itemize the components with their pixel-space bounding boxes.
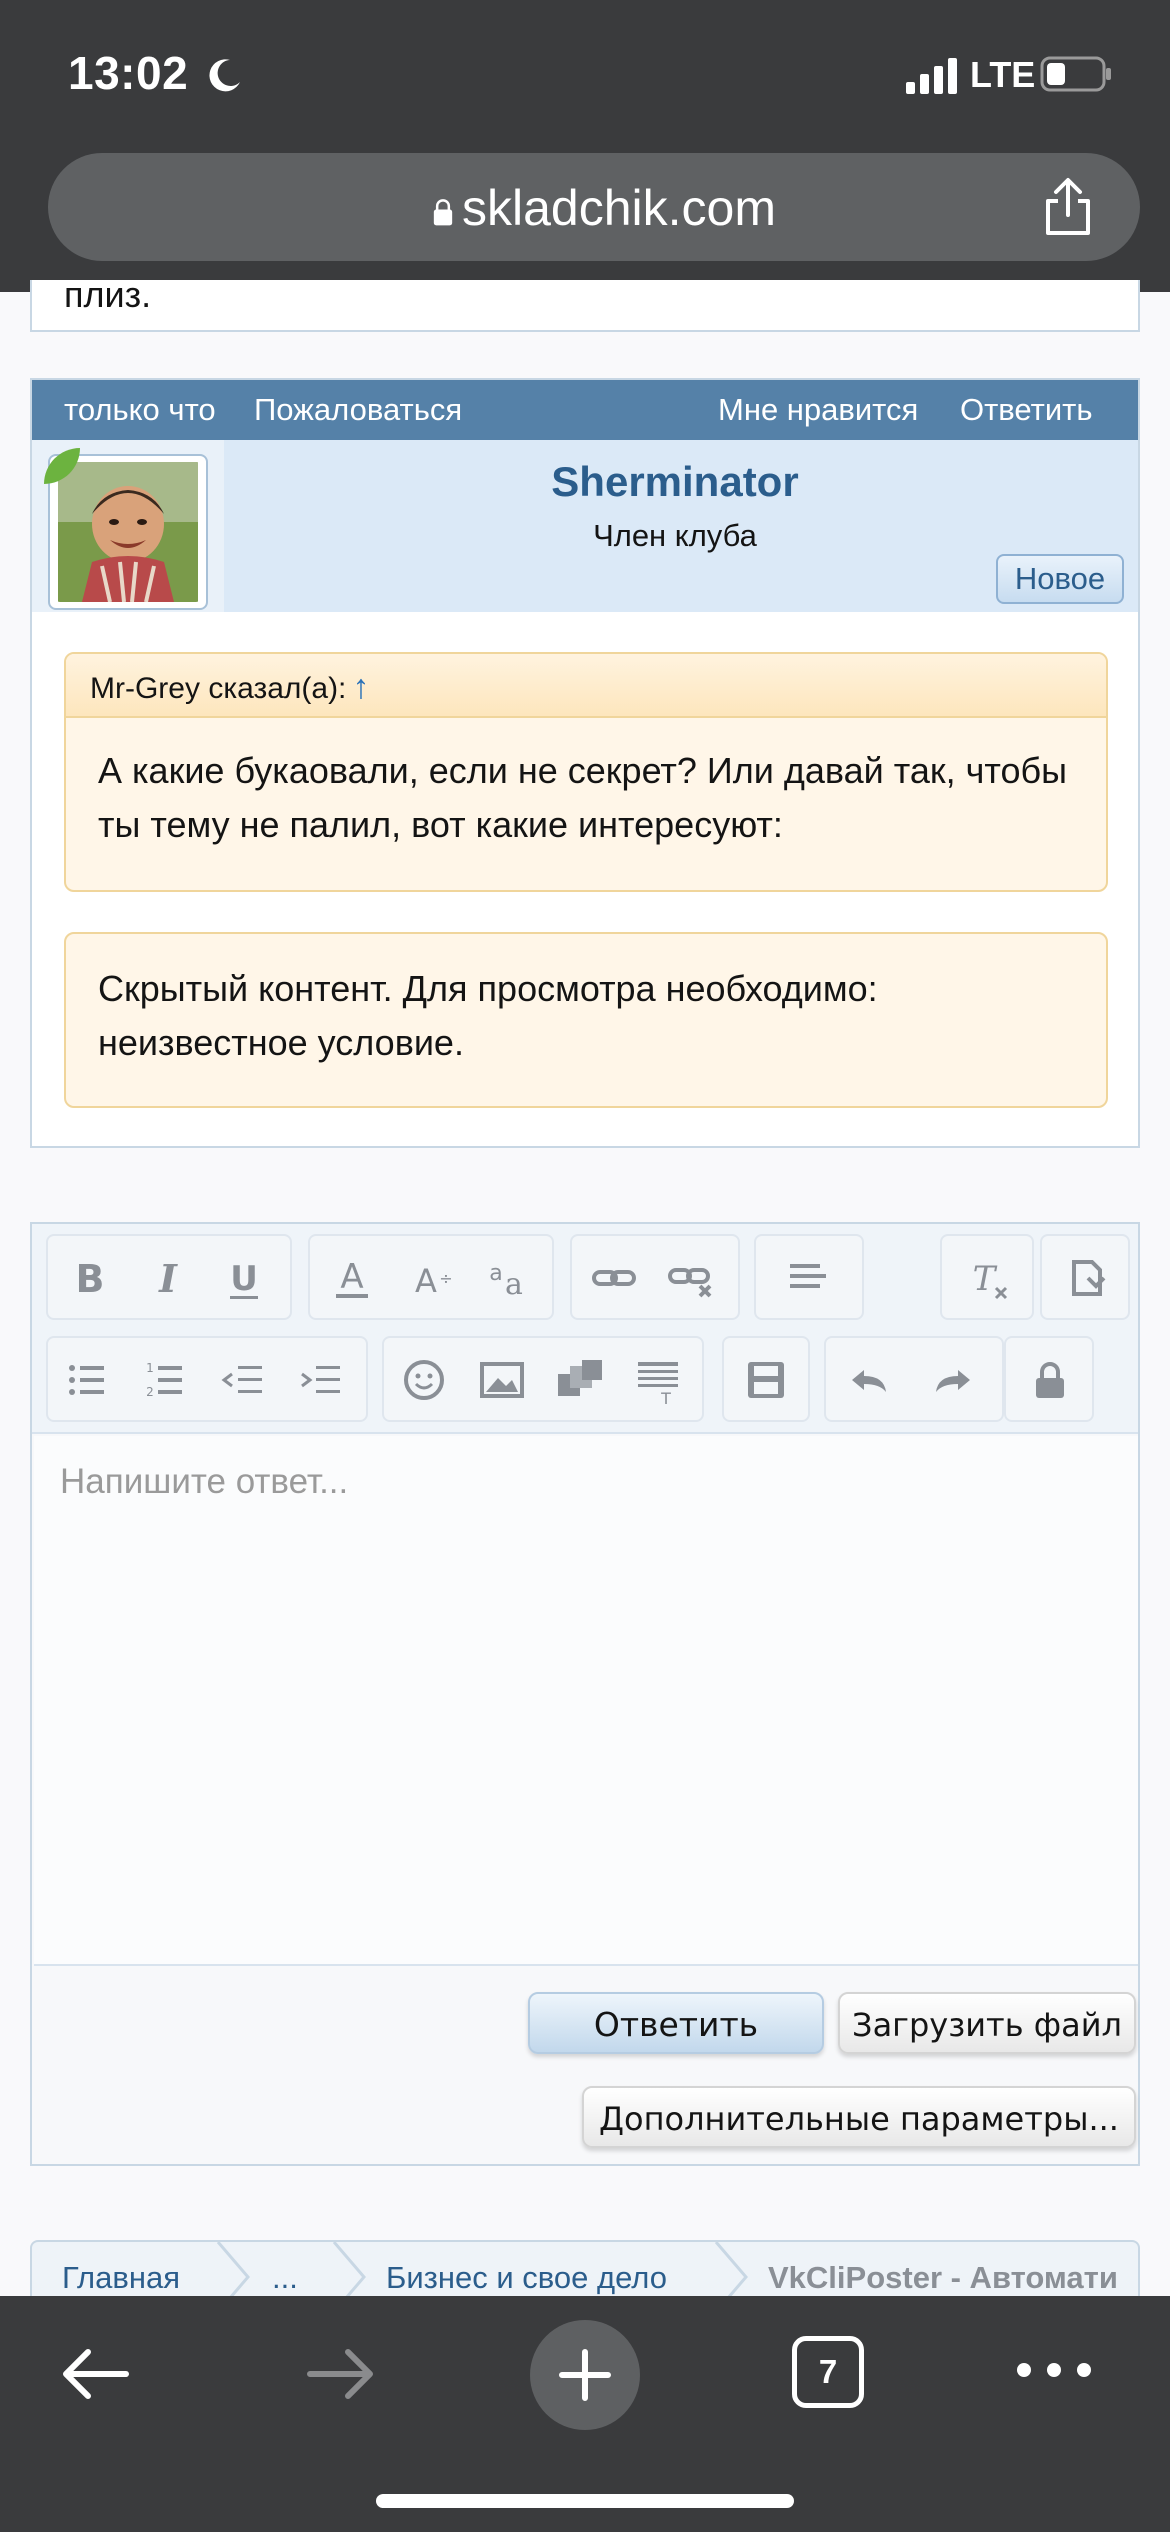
smiley-icon[interactable] (394, 1350, 454, 1410)
link-icon[interactable] (584, 1248, 644, 1308)
remove-format-icon[interactable]: T (958, 1248, 1018, 1308)
signal-icon (906, 58, 957, 94)
svg-text:1: 1 (146, 1361, 154, 1375)
reply-textarea[interactable]: Напишите ответ... (34, 1436, 1138, 1966)
url-text[interactable]: skladchik.com (48, 179, 1140, 237)
svg-text:B: B (76, 1257, 105, 1301)
svg-text:A: A (415, 1262, 437, 1300)
svg-text:T: T (660, 1389, 671, 1408)
battery-icon (1040, 56, 1111, 92)
report-link[interactable]: Пожаловаться (254, 392, 462, 428)
save-draft-icon[interactable] (736, 1350, 796, 1410)
reply-link[interactable]: Ответить (960, 392, 1093, 428)
outdent-icon[interactable] (214, 1350, 274, 1410)
breadcrumb-item-category[interactable]: Бизнес и свое дело (386, 2260, 667, 2296)
reply-placeholder: Напишите ответ... (60, 1462, 349, 1501)
share-icon[interactable] (1038, 175, 1098, 239)
breadcrumb-separator (216, 2242, 250, 2296)
toolbar-group-save (722, 1336, 810, 1422)
toolbar-group-history (824, 1336, 1004, 1422)
svg-text:÷: ÷ (439, 1269, 452, 1288)
quote-text: А какие букаовали, если не секрет? Или д… (98, 750, 1067, 845)
bbcode-toggle-icon[interactable] (1056, 1248, 1116, 1308)
forward-arrow-icon[interactable] (302, 2336, 378, 2412)
upload-file-button[interactable]: Загрузить файл (838, 1992, 1136, 2054)
plus-icon (559, 2349, 611, 2401)
previous-post: плиз. (30, 274, 1140, 332)
quote-author: Mr-Grey сказал(а): (90, 672, 347, 705)
svg-text:T: T (973, 1259, 998, 1299)
toolbar-group-insert: T (382, 1336, 704, 1422)
breadcrumb: Главная ... Бизнес и свое дело VkCliPost… (30, 2240, 1140, 2296)
insert-quote-icon[interactable]: T (628, 1350, 688, 1410)
breadcrumb-separator (332, 2242, 366, 2296)
numbered-list-icon[interactable]: 12 (136, 1350, 196, 1410)
author-role: Член клуба (593, 518, 757, 553)
author-info: Sherminator Член клуба Новое (32, 440, 1138, 612)
align-icon[interactable] (778, 1248, 838, 1308)
breadcrumb-item-ellipsis[interactable]: ... (272, 2260, 298, 2296)
reply-editor: B I U A A ÷ aa T 1 2 T Напишите ответ...… (30, 1222, 1140, 2166)
like-link[interactable]: Мне нравится (718, 392, 918, 428)
toolbar-group-clear: T (940, 1234, 1034, 1320)
svg-text:a: a (489, 1261, 502, 1286)
toolbar-group-align (754, 1234, 864, 1320)
bold-icon[interactable]: B (60, 1248, 120, 1308)
font-size-icon[interactable]: A ÷ (400, 1248, 460, 1308)
more-options-button[interactable]: Дополнительные параметры... (582, 2086, 1136, 2148)
moon-icon (209, 59, 240, 92)
svg-text:2: 2 (146, 1385, 154, 1399)
quote-jump-arrow-icon[interactable]: ↑ (352, 668, 369, 706)
breadcrumb-item-home[interactable]: Главная (62, 2260, 180, 2296)
svg-text:I: I (158, 1256, 178, 1301)
back-arrow-icon[interactable] (58, 2336, 134, 2412)
tabs-button[interactable]: 7 (792, 2336, 864, 2408)
previous-post-text: плиз. (64, 274, 152, 315)
svg-text:U: U (230, 1259, 258, 1299)
breadcrumb-separator (714, 2242, 748, 2296)
unlink-icon[interactable] (662, 1248, 722, 1308)
status-time: 13:02 (68, 47, 189, 99)
toolbar-group-font: A A ÷ aa (308, 1234, 554, 1320)
toolbar-group-source (1040, 1234, 1130, 1320)
toolbar-group-lists: 12 (46, 1336, 368, 1422)
author-name[interactable]: Sherminator (32, 458, 1138, 506)
hidden-content-text: Скрытый контент. Для просмотра необходим… (98, 968, 878, 1063)
address-bar[interactable]: skladchik.com (48, 153, 1140, 261)
image-icon[interactable] (472, 1350, 532, 1410)
indent-icon[interactable] (292, 1350, 352, 1410)
svg-text:a: a (505, 1267, 523, 1302)
lock-icon[interactable] (1020, 1350, 1080, 1410)
toolbar-group-link (570, 1234, 740, 1320)
font-family-icon[interactable]: aa (476, 1248, 536, 1308)
browser-top-chrome: 13:02 LTE skladchik.com (0, 0, 1170, 292)
hidden-content-block: Скрытый контент. Для просмотра необходим… (64, 932, 1108, 1108)
more-menu-icon[interactable] (1014, 2358, 1094, 2382)
quote-header: Mr-Grey сказал(а): ↑ (66, 654, 1106, 718)
home-indicator (376, 2494, 794, 2508)
new-badge: Новое (996, 554, 1124, 604)
forum-post: только что Пожаловаться Мне нравится Отв… (30, 378, 1140, 1148)
post-timestamp-link[interactable]: только что (64, 392, 216, 428)
redo-icon[interactable] (922, 1350, 982, 1410)
italic-icon[interactable]: I (138, 1248, 198, 1308)
post-header-bar: только что Пожаловаться Мне нравится Отв… (32, 380, 1138, 440)
url-value: skladchik.com (462, 180, 776, 236)
reply-button[interactable]: Ответить (528, 1992, 824, 2054)
lock-icon (433, 199, 453, 226)
network-label: LTE (970, 54, 1036, 95)
media-icon[interactable] (550, 1350, 610, 1410)
underline-icon[interactable]: U (214, 1248, 274, 1308)
browser-bottom-toolbar: 7 (0, 2296, 1170, 2532)
toolbar-group-format: B I U (46, 1234, 292, 1320)
toolbar-group-lock (1004, 1336, 1094, 1422)
new-tab-button[interactable] (530, 2320, 640, 2430)
svg-text:A: A (340, 1257, 363, 1297)
font-color-icon[interactable]: A (322, 1248, 382, 1308)
undo-icon[interactable] (840, 1350, 900, 1410)
editor-toolbar: B I U A A ÷ aa T 1 2 T (32, 1224, 1138, 1434)
breadcrumb-item-current[interactable]: VkCliPoster - Автомати (768, 2260, 1118, 2296)
bullet-list-icon[interactable] (58, 1350, 118, 1410)
quote-block: Mr-Grey сказал(а): ↑ А какие букаовали, е… (64, 652, 1108, 892)
